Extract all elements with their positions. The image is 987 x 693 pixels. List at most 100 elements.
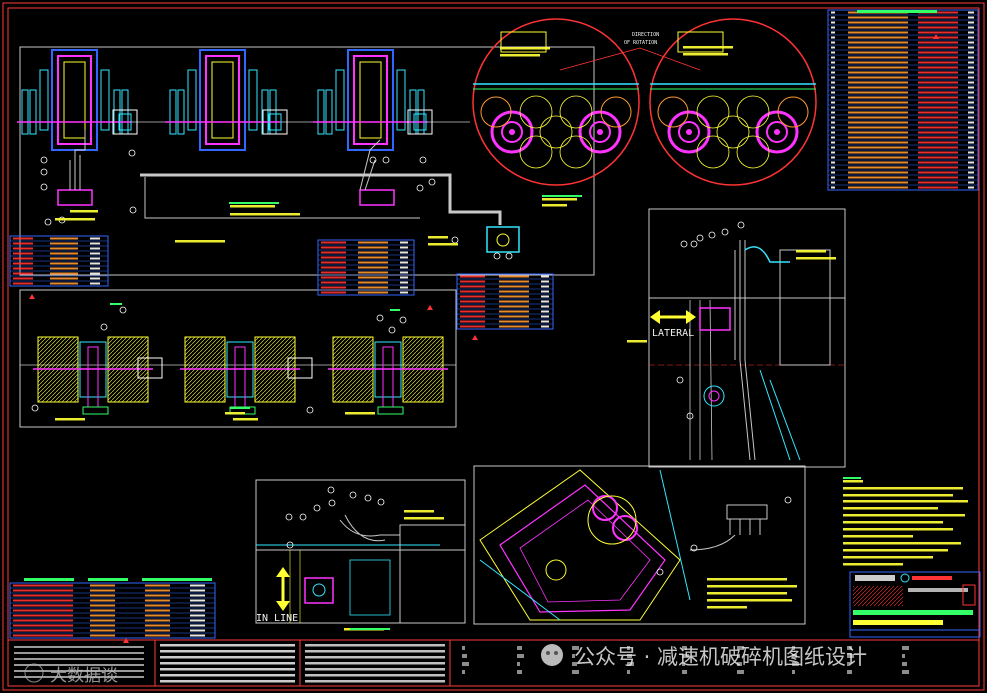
callout-bubble — [31, 404, 39, 412]
callout-bubble — [419, 156, 427, 164]
callout-bubble — [784, 496, 792, 504]
strip-line — [160, 680, 295, 683]
note-line — [230, 205, 275, 208]
strip-line — [160, 662, 295, 665]
strip-glyph — [627, 670, 630, 674]
direction-label: DIRECTION — [632, 32, 659, 38]
strip-line — [160, 650, 295, 653]
strip-line — [160, 656, 295, 659]
strip-line — [305, 680, 445, 683]
table-header-bar — [24, 578, 74, 581]
strip-line — [305, 662, 445, 665]
note-line — [500, 54, 540, 57]
callout-bubble — [721, 228, 729, 236]
watermark-right-text: 公众号 · 减速机破碎机图纸设计 — [574, 645, 867, 669]
drawing-border — [2, 2, 985, 691]
note-line — [683, 46, 733, 49]
table-header-bar — [88, 578, 128, 581]
note-line — [843, 507, 938, 510]
roll-assembly — [180, 336, 300, 415]
callout-bubble — [388, 326, 396, 334]
parts-tables — [9, 9, 979, 643]
note-line — [404, 517, 444, 520]
note-line — [707, 599, 792, 602]
gearbox-unit — [313, 49, 428, 151]
callout-bubble — [128, 149, 136, 157]
revision-marker — [427, 305, 433, 310]
rotation-label: OF ROTATION — [624, 40, 657, 46]
note-title-bar — [542, 195, 582, 197]
note-line — [55, 218, 95, 221]
callout-bubble — [40, 183, 48, 191]
note-line — [843, 521, 943, 524]
note-title-bar — [390, 309, 400, 311]
note-line — [233, 418, 258, 421]
note-line — [843, 528, 953, 531]
callout-bubble — [690, 240, 698, 248]
callout-bubble — [327, 486, 335, 494]
gearbox-unit — [165, 49, 280, 151]
callout-bubble — [328, 499, 336, 507]
note-line — [843, 487, 963, 490]
strip-line — [160, 674, 295, 677]
parts-table — [317, 239, 415, 296]
note-line — [428, 243, 458, 246]
note-line — [175, 240, 225, 243]
note-line — [707, 592, 787, 595]
note-line — [843, 556, 933, 559]
note-title-bar — [843, 477, 861, 479]
note-line — [683, 53, 728, 56]
strip-glyph — [462, 646, 465, 650]
roll-assembly — [33, 336, 153, 415]
strip-glyph — [462, 670, 465, 674]
strip-glyph — [902, 670, 909, 674]
note-line — [796, 250, 826, 253]
strip-glyph — [682, 670, 687, 674]
revision-marker — [472, 335, 478, 340]
note-line — [70, 210, 98, 213]
table-header-bar — [857, 10, 937, 13]
watermark: 公众号 · 减速机破碎机图纸设计 大数据谈 — [24, 644, 867, 686]
rotation-detail-right — [649, 18, 817, 186]
note-line — [843, 535, 913, 538]
callout-bubble — [428, 178, 436, 186]
watermark-left-icon — [24, 663, 44, 683]
note-line — [542, 198, 577, 201]
strip-line — [14, 646, 144, 648]
title-block — [849, 571, 981, 638]
note-line — [843, 494, 953, 497]
callout-bubble — [364, 494, 372, 502]
lateral-label: LATERAL — [652, 328, 694, 339]
strip-glyph — [517, 662, 520, 666]
table-header-bar — [142, 578, 212, 581]
callout-bubble — [399, 316, 407, 324]
callout-bubble — [493, 252, 501, 260]
note-line — [542, 204, 567, 207]
roll-assembly — [328, 336, 448, 415]
callout-bubble — [369, 156, 377, 164]
note-line — [843, 500, 968, 503]
callout-bubble — [299, 513, 307, 521]
rotation-detail-left — [472, 18, 640, 186]
wechat-icon — [541, 644, 563, 666]
note-line — [843, 542, 961, 545]
elevation-rolls — [33, 336, 448, 415]
gearbox-unit — [17, 49, 132, 151]
callout-bubble — [119, 306, 127, 314]
parts-table — [9, 235, 109, 287]
callout-bubble — [451, 236, 459, 244]
strip-glyph — [847, 670, 852, 674]
note-line — [707, 585, 797, 588]
parts-table — [456, 273, 554, 330]
callout-bubble — [505, 252, 513, 260]
callout-bubble — [313, 504, 321, 512]
strip-glyph — [902, 654, 905, 658]
strip-line — [305, 656, 445, 659]
watermark-left-text: 大数据谈 — [50, 666, 118, 686]
strip-line — [14, 658, 144, 660]
parts-table — [9, 582, 216, 639]
strip-glyph — [902, 662, 907, 666]
inline-label: IN LINE — [256, 613, 298, 624]
note-line — [707, 606, 747, 609]
callout-bubble — [100, 323, 108, 331]
